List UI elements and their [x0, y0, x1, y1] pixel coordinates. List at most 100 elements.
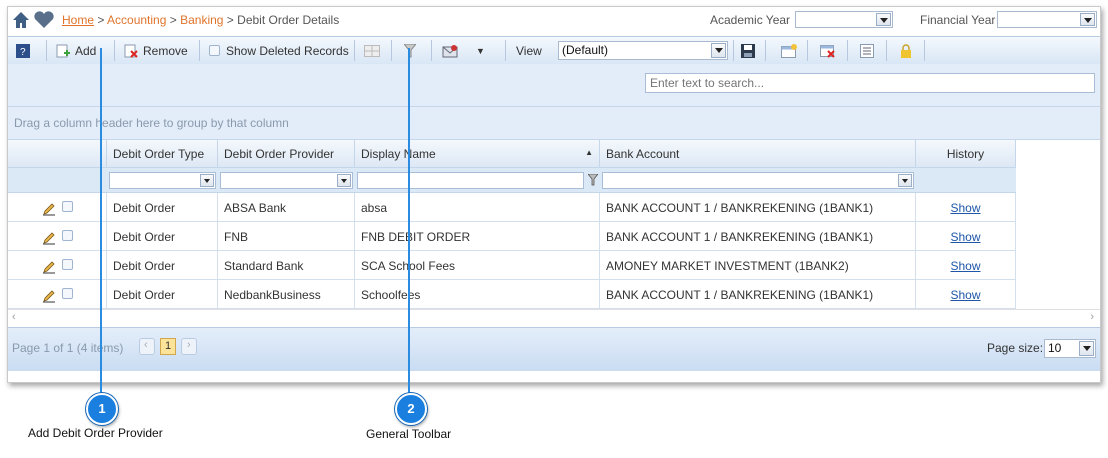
delete-view-button[interactable]	[820, 37, 836, 64]
page-number-button[interactable]: 1	[160, 338, 176, 355]
help-icon: ?	[16, 43, 30, 58]
academic-year-select[interactable]	[795, 11, 893, 28]
chevron-down-icon[interactable]	[898, 174, 912, 187]
show-history-link[interactable]: Show	[950, 259, 980, 273]
table-cell: BANK ACCOUNT 1 / BANKREKENING (1BANK1)	[600, 280, 916, 309]
breadcrumb-banking[interactable]: Banking	[180, 13, 223, 27]
filter-icon[interactable]	[588, 174, 598, 186]
filter-debit-order-type[interactable]	[109, 172, 216, 189]
scroll-right-icon[interactable]: ›	[1090, 311, 1094, 323]
view-label: View	[516, 37, 542, 64]
table-row[interactable]: Debit Order Standard Bank SCA School Fees A…	[8, 251, 1016, 280]
add-button-label: Add	[75, 43, 97, 58]
remove-button-label: Remove	[143, 43, 188, 58]
export-button[interactable]: ▼	[442, 37, 485, 64]
edit-icon[interactable]	[42, 231, 56, 245]
help-button[interactable]: ?	[16, 37, 30, 64]
next-page-button[interactable]: ›	[181, 338, 197, 355]
show-history-link[interactable]: Show	[950, 230, 980, 244]
row-select-checkbox[interactable]	[62, 288, 73, 299]
row-command-cell	[8, 222, 107, 251]
row-select-checkbox[interactable]	[62, 201, 73, 212]
group-panel[interactable]: Drag a column header here to group by th…	[8, 107, 1100, 140]
table-cell: BANK ACCOUNT 1 / BANKREKENING (1BANK1)	[600, 193, 916, 222]
table-cell: Schoolfees	[355, 280, 600, 309]
columns-button[interactable]	[860, 37, 874, 64]
table-cell: FNB DEBIT ORDER	[355, 222, 600, 251]
callout-label-1: Add Debit Order Provider	[28, 426, 163, 440]
horizontal-scrollbar[interactable]: ‹ ›	[8, 309, 1100, 327]
header-label: Debit Order Type	[113, 147, 205, 161]
save-icon	[741, 43, 755, 58]
table-row[interactable]: Debit Order NedbankBusiness Schoolfees BANK…	[8, 280, 1016, 309]
history-cell: Show	[916, 251, 1016, 280]
search-input[interactable]	[645, 73, 1095, 93]
svg-text:?: ?	[20, 47, 26, 58]
columns-icon	[860, 43, 874, 58]
chevron-down-icon[interactable]	[200, 174, 214, 187]
table-row[interactable]: Debit Order ABSA Bank absa BANK ACCOUNT 1 /…	[8, 193, 1016, 222]
lock-button[interactable]	[900, 37, 912, 64]
filter-bank-account[interactable]	[602, 172, 914, 189]
scroll-left-icon[interactable]: ‹	[12, 311, 16, 323]
remove-icon	[124, 44, 138, 58]
chevron-down-icon[interactable]	[876, 13, 891, 26]
show-history-link[interactable]: Show	[950, 201, 980, 215]
show-deleted-label: Show Deleted Records	[226, 43, 349, 58]
show-deleted-checkbox[interactable]: Show Deleted Records	[209, 37, 349, 64]
financial-year-select[interactable]	[997, 11, 1097, 28]
table-cell: SCA School Fees	[355, 251, 600, 280]
header-display-name[interactable]: Display Name ▲	[355, 140, 600, 168]
new-view-icon	[781, 43, 797, 58]
financial-year-label: Financial Year	[920, 13, 996, 27]
add-button[interactable]: Add	[56, 37, 96, 64]
filter-display-name[interactable]	[357, 172, 584, 189]
table-cell: ABSA Bank	[218, 193, 355, 222]
chevron-down-icon[interactable]	[711, 43, 726, 58]
history-cell: Show	[916, 280, 1016, 309]
chevron-down-icon[interactable]	[1080, 13, 1095, 26]
row-select-checkbox[interactable]	[62, 259, 73, 270]
header-bank-account[interactable]: Bank Account	[600, 140, 916, 168]
group-panel-hint: Drag a column header here to group by th…	[14, 116, 289, 130]
grid-layout-button[interactable]	[364, 37, 380, 64]
header-history[interactable]: History	[916, 140, 1016, 168]
home-icon[interactable]	[11, 10, 57, 30]
header-command-column	[8, 140, 107, 168]
breadcrumb-home[interactable]: Home	[62, 13, 94, 27]
row-command-cell	[8, 193, 107, 222]
header-debit-order-provider[interactable]: Debit Order Provider	[218, 140, 355, 168]
table-row[interactable]: Debit Order FNB FNB DEBIT ORDER BANK ACCOUN…	[8, 222, 1016, 251]
filter-row	[8, 168, 1016, 193]
header-label: Debit Order Provider	[224, 147, 335, 161]
table-cell: AMONEY MARKET INVESTMENT (1BANK2)	[600, 251, 916, 280]
previous-page-button[interactable]: ‹	[139, 338, 155, 355]
edit-icon[interactable]	[42, 260, 56, 274]
callout-badge-1: 1	[86, 393, 118, 425]
row-select-checkbox[interactable]	[62, 230, 73, 241]
filter-debit-order-provider[interactable]	[220, 172, 353, 189]
callout-badge-2: 2	[395, 393, 427, 425]
delete-view-icon	[820, 44, 835, 58]
table-cell: FNB	[218, 222, 355, 251]
pager: Page 1 of 1 (4 items) ‹ 1 › Page size: 1…	[8, 327, 1100, 371]
remove-button[interactable]: Remove	[124, 37, 188, 64]
save-view-button[interactable]	[741, 37, 755, 64]
chevron-down-icon[interactable]	[337, 174, 351, 187]
show-history-link[interactable]: Show	[950, 288, 980, 302]
page-size-select[interactable]: 10	[1044, 339, 1096, 358]
breadcrumb-separator: >	[94, 13, 108, 27]
edit-icon[interactable]	[42, 289, 56, 303]
breadcrumb-separator: >	[166, 13, 181, 27]
chevron-down-icon[interactable]: ▼	[476, 46, 485, 56]
edit-icon[interactable]	[42, 202, 56, 216]
checkbox-icon[interactable]	[209, 45, 220, 56]
chevron-down-icon[interactable]	[1079, 341, 1094, 356]
new-view-button[interactable]	[781, 37, 797, 64]
filter-button[interactable]	[404, 37, 416, 64]
row-command-cell	[8, 251, 107, 280]
general-toolbar: ? Add Remove Show Deleted Records ▼ View…	[8, 36, 1100, 65]
header-debit-order-type[interactable]: Debit Order Type	[107, 140, 218, 168]
breadcrumb-accounting[interactable]: Accounting	[107, 13, 166, 27]
view-select[interactable]: (Default)	[558, 41, 728, 60]
